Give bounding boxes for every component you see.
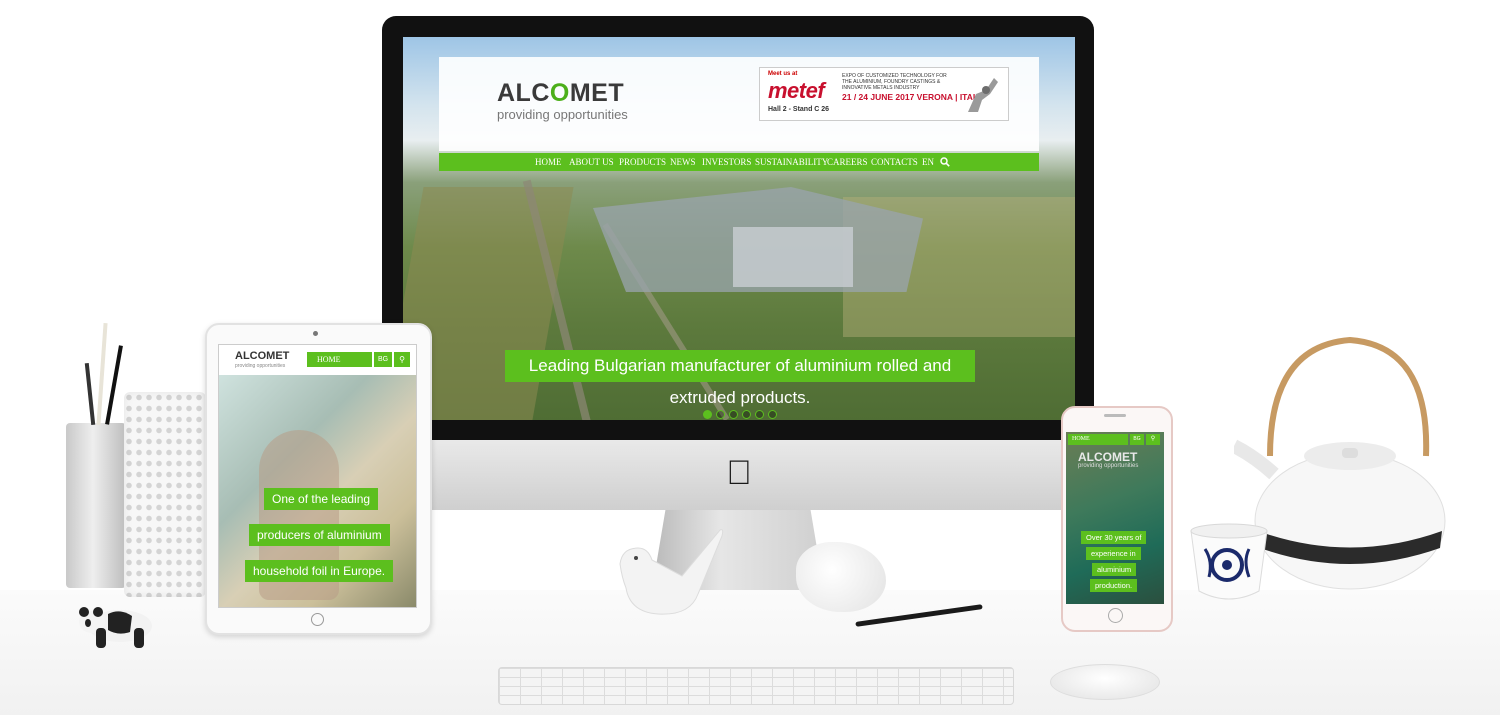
tablet-home-button: [311, 613, 324, 626]
metef-expo-banner[interactable]: Meet us at metef Hall 2 - Stand C 26 EXP…: [759, 67, 1009, 121]
slider-dot[interactable]: [729, 410, 738, 419]
apple-icon: : [724, 455, 754, 491]
tablet-hero-photo: One of the leading producers of aluminiu…: [219, 375, 416, 607]
site-logo[interactable]: ALCOMET: [497, 79, 624, 108]
keyboard: [498, 667, 1014, 705]
tablet-language-switch[interactable]: BG: [374, 352, 392, 367]
tablet-website-screen: ALCOMET providing opportunities HOME BG …: [218, 344, 417, 608]
tablet-camera: [313, 331, 318, 336]
phone-tagline: providing opportunities: [1078, 463, 1139, 469]
tablet-caption-line: One of the leading: [264, 488, 379, 510]
phone-caption-line: experience in: [1086, 547, 1141, 560]
nav-news[interactable]: NEWS: [670, 153, 696, 171]
nav-sustainability[interactable]: SUSTAINABILITY: [755, 153, 828, 171]
tablet-menu-select[interactable]: HOME: [307, 352, 372, 367]
logo-text-o: O: [549, 79, 570, 107]
nav-contacts[interactable]: CONTACTS: [871, 153, 918, 171]
nav-careers[interactable]: CAREERS: [827, 153, 868, 171]
phone-caption-line: aluminium: [1092, 563, 1137, 576]
tablet-caption-line: household foil in Europe.: [245, 560, 394, 582]
nav-products[interactable]: PRODUCTS: [619, 153, 666, 171]
pencil-cup: [66, 322, 126, 588]
slider-dot[interactable]: [755, 410, 764, 419]
phone-speaker: [1104, 414, 1126, 417]
phone-menu-select[interactable]: HOME: [1068, 434, 1128, 445]
banner-meet-us: Meet us at: [768, 71, 798, 77]
bird-figurine: [619, 529, 724, 615]
hero-caption: Leading Bulgarian manufacturer of alumin…: [505, 350, 975, 407]
phone-language-switch[interactable]: BG: [1130, 434, 1144, 445]
phone-logo[interactable]: ALCOMET: [1078, 450, 1137, 464]
tablet-logo[interactable]: ALCOMET: [235, 350, 289, 362]
decorative-lamp: [124, 392, 206, 597]
banner-brand: metef: [768, 78, 825, 103]
search-icon[interactable]: [940, 157, 950, 167]
aerial-factory-building: [733, 227, 853, 287]
main-navigation: HOME ABOUT US PRODUCTS NEWS INVESTORS SU…: [439, 153, 1039, 171]
search-icon[interactable]: ⚲: [394, 352, 410, 367]
banner-hall: Hall 2 - Stand C 26: [768, 106, 830, 113]
robot-arm-icon: [968, 78, 998, 112]
slider-dot[interactable]: [716, 410, 725, 419]
crumpled-paper: [796, 542, 886, 612]
patterned-cup: [1190, 523, 1268, 600]
mouse: [1050, 664, 1160, 700]
slider-dot[interactable]: [703, 410, 712, 419]
phone-home-button: [1108, 608, 1123, 623]
site-header: ALCOMET providing opportunities Meet us …: [439, 57, 1039, 151]
site-tagline: providing opportunities: [497, 107, 628, 122]
panda-figurine: [79, 607, 152, 648]
nav-home[interactable]: HOME: [535, 153, 562, 171]
banner-expo-text: EXPO OF CUSTOMIZED TECHNOLOGY FOR THE AL…: [842, 73, 947, 91]
phone-caption-line: Over 30 years of: [1081, 531, 1147, 544]
nav-investors[interactable]: INVESTORS: [702, 153, 751, 171]
desktop-website-screen: ALCOMET providing opportunities Meet us …: [403, 37, 1075, 420]
phone-website-screen: HOME BG ⚲ ALCOMET providing opportunitie…: [1066, 432, 1164, 604]
tablet-caption-line: producers of aluminium: [249, 524, 390, 546]
logo-text: MET: [569, 79, 625, 107]
language-switch[interactable]: EN: [922, 153, 934, 171]
slider-dot[interactable]: [742, 410, 751, 419]
logo-text: ALC: [497, 79, 550, 107]
slider-dot[interactable]: [768, 410, 777, 419]
tablet-tagline: providing opportunities: [235, 363, 286, 369]
nav-about-us[interactable]: ABOUT US: [569, 153, 614, 171]
phone-caption-line: production.: [1090, 579, 1138, 592]
search-icon[interactable]: ⚲: [1146, 434, 1160, 445]
